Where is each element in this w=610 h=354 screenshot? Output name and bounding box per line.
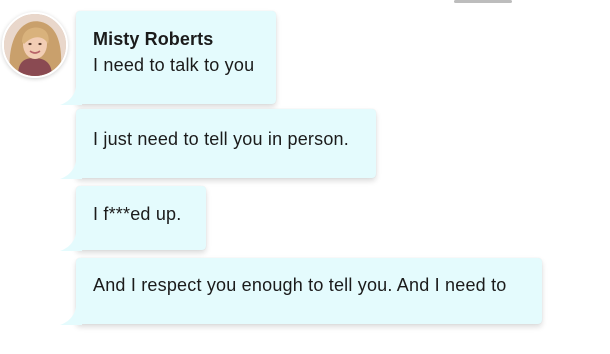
bubble-tail-icon <box>60 87 82 105</box>
bubble-tail-icon <box>60 307 82 325</box>
bubble-tail-icon <box>60 161 82 179</box>
message-bubble[interactable]: I f***ed up. <box>60 186 206 251</box>
top-edge-mark <box>454 0 512 3</box>
message-bubble[interactable]: And I respect you enough to tell you. An… <box>60 258 542 325</box>
message-text: I just need to tell you in person. <box>93 129 349 149</box>
avatar-photo-icon <box>4 14 66 76</box>
message-bubble[interactable]: I just need to tell you in person. <box>60 109 376 179</box>
sender-name: Misty Roberts <box>93 29 214 49</box>
avatar[interactable] <box>2 12 68 78</box>
bubble-tail-icon <box>60 233 82 251</box>
message-text: I need to talk to you <box>93 55 255 75</box>
message-text: I f***ed up. <box>93 204 182 224</box>
message-text: And I respect you enough to tell you. An… <box>93 275 507 295</box>
message-bubble[interactable]: Misty Roberts I need to talk to you <box>60 11 276 105</box>
